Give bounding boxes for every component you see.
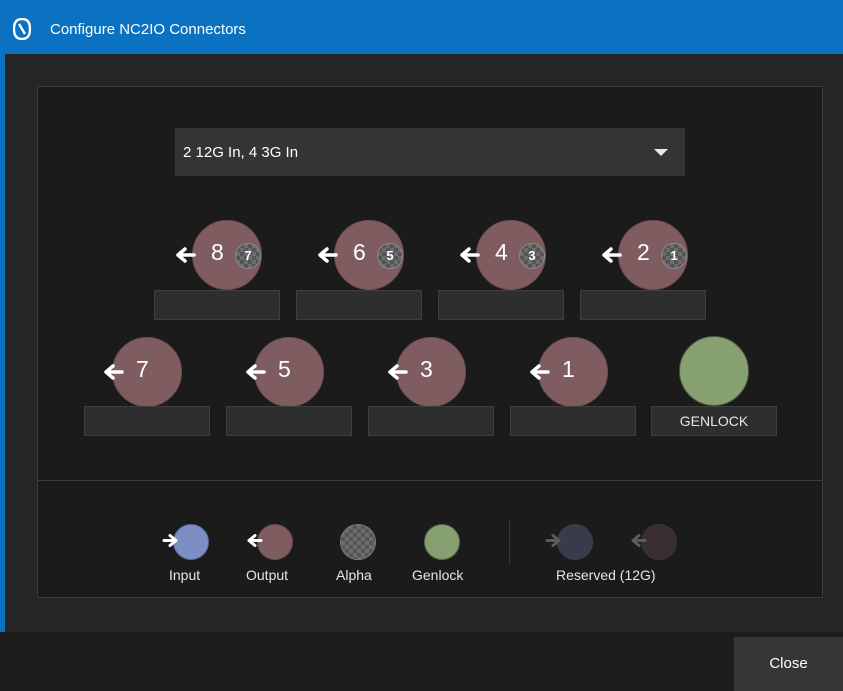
arrow-left-icon [460, 247, 480, 263]
connector-2[interactable]: 2 1 [601, 220, 688, 290]
title-bar: Configure NC2IO Connectors [0, 0, 843, 54]
connector-number: 5 [278, 356, 291, 382]
legend-genlock-circle [424, 524, 460, 560]
app-logo-icon [13, 18, 31, 40]
panel-divider [37, 480, 823, 481]
connector-7[interactable]: 7 [104, 337, 182, 407]
arrow-left-icon [530, 364, 550, 380]
legend-separator [509, 520, 510, 564]
arrow-left-icon [104, 364, 124, 380]
connector-name-field[interactable] [84, 406, 210, 436]
connector-4[interactable]: 4 3 [459, 220, 546, 290]
connector-number: 8 [211, 239, 224, 265]
arrow-left-icon [318, 247, 338, 263]
connector-number: 3 [420, 356, 433, 382]
alpha-badge: 5 [377, 243, 403, 269]
connector-name-field[interactable] [154, 290, 280, 320]
arrow-left-icon [247, 534, 263, 547]
connector-number: 6 [353, 239, 366, 265]
alpha-number: 1 [670, 248, 678, 263]
connector-number: 4 [495, 239, 508, 265]
configuration-select[interactable]: 2 12G In, 4 3G In [175, 128, 685, 176]
connector-name-field[interactable] [368, 406, 494, 436]
dialog-footer [0, 632, 843, 691]
arrow-left-icon [246, 364, 266, 380]
legend-input-label: Input [169, 567, 201, 583]
legend-genlock-label: Genlock [412, 567, 464, 583]
genlock-label: GENLOCK [651, 406, 777, 436]
arrow-right-icon [162, 534, 178, 547]
dropdown-caret-icon[interactable] [654, 149, 668, 156]
legend-input-circle [173, 524, 209, 560]
connector-6[interactable]: 6 5 [317, 220, 404, 290]
configuration-select-value: 2 12G In, 4 3G In [183, 144, 299, 161]
arrow-left-icon [388, 364, 408, 380]
connector-5[interactable]: 5 [246, 337, 324, 407]
alpha-badge: 7 [235, 243, 261, 269]
window-title: Configure NC2IO Connectors [50, 21, 246, 38]
close-button[interactable]: Close [734, 637, 843, 691]
genlock-connector[interactable] [679, 336, 749, 406]
connector-number: 1 [562, 356, 575, 382]
alpha-badge: 3 [519, 243, 545, 269]
alpha-number: 7 [244, 248, 252, 263]
connector-8[interactable]: 8 7 [175, 220, 262, 290]
connector-name-field[interactable] [438, 290, 564, 320]
connector-number: 7 [136, 356, 149, 382]
connector-name-field[interactable] [510, 406, 636, 436]
alpha-number: 5 [386, 248, 394, 263]
legend-alpha-label: Alpha [336, 567, 372, 583]
connector-3[interactable]: 3 [388, 337, 466, 407]
legend-reserved-input-circle [557, 524, 593, 560]
connector-name-field[interactable] [580, 290, 706, 320]
alpha-number: 3 [528, 248, 536, 263]
legend-output-label: Output [246, 567, 289, 583]
connector-1[interactable]: 1 [530, 337, 608, 407]
legend-alpha-circle [340, 524, 376, 560]
arrow-right-icon [545, 534, 561, 547]
arrow-left-icon [631, 534, 647, 547]
arrow-left-icon [602, 247, 622, 263]
arrow-left-icon [176, 247, 196, 263]
connector-name-field[interactable] [226, 406, 352, 436]
alpha-badge: 1 [661, 243, 687, 269]
connector-name-field[interactable] [296, 290, 422, 320]
connector-number: 2 [637, 239, 650, 265]
legend-reserved-label: Reserved (12G) [556, 567, 656, 583]
